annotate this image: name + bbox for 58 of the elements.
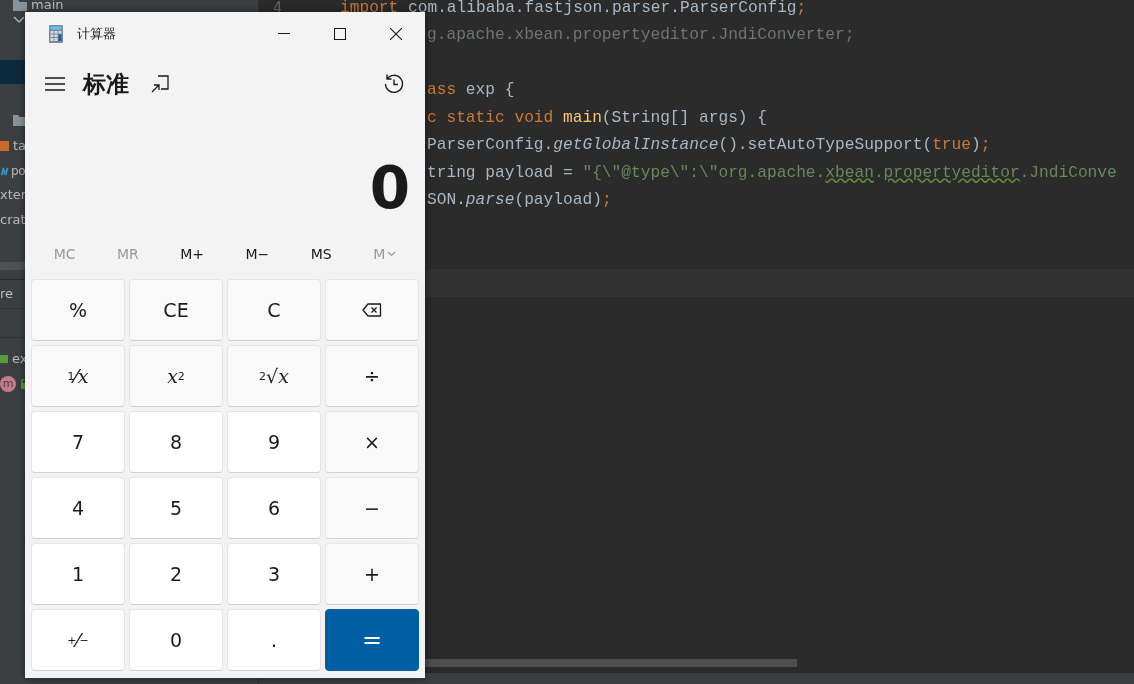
calculator-key[interactable]: .	[227, 609, 321, 671]
tree-item[interactable]: ta	[13, 137, 27, 155]
letter-m-icon	[0, 165, 10, 177]
operator-key[interactable]: ×	[325, 411, 419, 473]
keep-on-top-icon[interactable]	[151, 75, 169, 93]
memory-button[interactable]: M+	[172, 240, 213, 268]
code-line: tring payload = "{\"@type\":\"org.apache.xbean.propertyeditor.JndiConve	[427, 163, 1117, 182]
code-line: ParserConfig.getGlobalInstance().setAutoTypeSupport(true);	[427, 136, 991, 155]
calculator-key[interactable]: 5	[129, 477, 223, 539]
operator-key[interactable]: %	[31, 279, 125, 341]
square-icon	[0, 354, 8, 363]
calculator-key[interactable]: 1	[31, 543, 125, 605]
maximize-icon[interactable]	[334, 28, 346, 40]
panel-title: re	[0, 285, 14, 303]
menu-icon[interactable]	[45, 77, 65, 91]
minimize-icon[interactable]	[278, 33, 290, 35]
code-line: import com.alibaba.fastjson.parser.ParserConfig;	[340, 0, 807, 17]
method-badge: m	[0, 375, 16, 392]
calculator-key[interactable]: 0	[129, 609, 223, 671]
calculator-key[interactable]: 3	[227, 543, 321, 605]
tree-item[interactable]: po	[11, 162, 26, 180]
operator-key[interactable]: −	[325, 477, 419, 539]
square-icon	[0, 141, 9, 151]
operator-key[interactable]: $^{1}$⁄x	[31, 345, 125, 407]
mode-title: 标准	[83, 69, 129, 99]
code-line: g.apache.xbean.propertyeditor.JndiConverter;	[427, 26, 855, 45]
operator-key[interactable]: x$^{2}$	[129, 345, 223, 407]
display-value: 0	[369, 159, 410, 217]
calculator-key[interactable]: 4	[31, 477, 125, 539]
tree-item[interactable]: xter	[0, 186, 27, 204]
calculator-key[interactable]: 7	[31, 411, 125, 473]
scrollbar[interactable]	[425, 659, 797, 667]
chevron-icon[interactable]	[13, 16, 25, 24]
memory-button[interactable]: M−	[237, 240, 278, 268]
calculator-key[interactable]: 6	[227, 477, 321, 539]
operator-key[interactable]: CE	[129, 279, 223, 341]
equals-button[interactable]: =	[325, 609, 419, 671]
operator-key[interactable]: $^{2}$√x	[227, 345, 321, 407]
code-line: SON.parse(payload);	[427, 191, 612, 210]
tree-item[interactable]: crat	[0, 211, 26, 229]
code-line: c static void main(String[] args) {	[427, 108, 767, 127]
memory-button[interactable]: MS	[302, 240, 340, 268]
operator-key[interactable]: +	[325, 543, 419, 605]
window-title: 计算器	[77, 25, 117, 43]
calculator-icon	[49, 25, 63, 43]
code-line: ass exp {	[427, 81, 515, 100]
calculator-key[interactable]: 2	[129, 543, 223, 605]
calculator-key[interactable]: 8	[129, 411, 223, 473]
backspace-icon	[362, 303, 382, 317]
close-icon[interactable]	[390, 28, 402, 40]
chevron-icon	[387, 251, 397, 257]
operator-key[interactable]: C	[227, 279, 321, 341]
folder-icon	[13, 0, 27, 11]
history-icon[interactable]	[383, 73, 405, 95]
calculator-key[interactable]: 9	[227, 411, 321, 473]
operator-key[interactable]: ÷	[325, 345, 419, 407]
tree-item[interactable]: main	[31, 0, 64, 11]
scrollbar[interactable]	[0, 262, 25, 270]
